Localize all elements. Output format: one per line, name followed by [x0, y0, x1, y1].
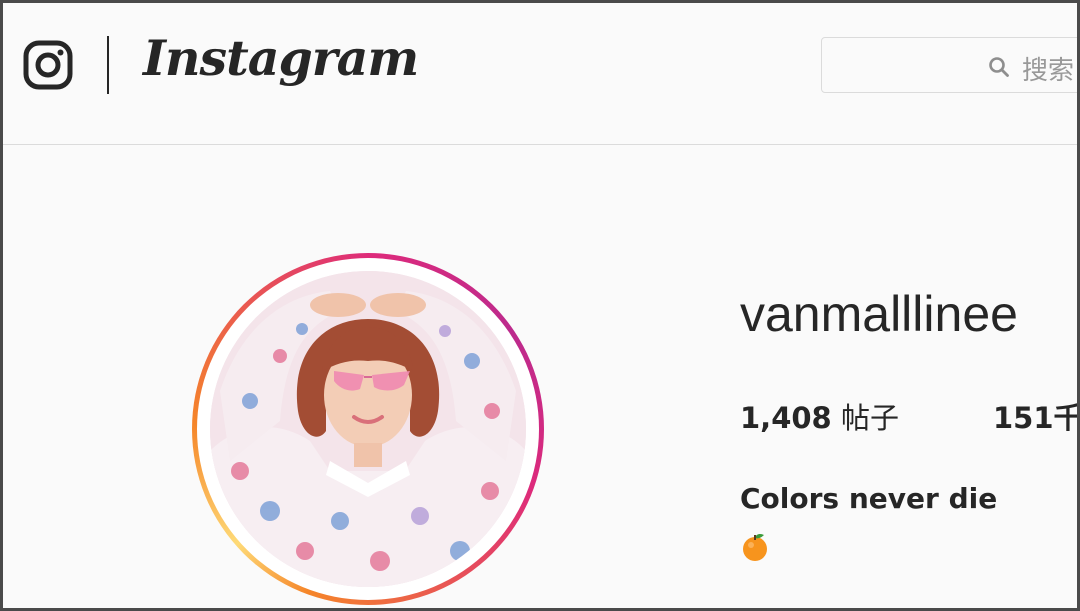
avatar-gap	[197, 258, 539, 600]
instagram-camera-icon[interactable]	[23, 40, 73, 90]
logo-divider	[107, 36, 109, 94]
followers-count[interactable]: 151千	[993, 395, 1080, 437]
browser-viewport: Instagram 搜索 vanmalllinee 1,408 帖子 151千 …	[0, 0, 1080, 611]
posts-count: 1,408 帖子	[740, 395, 899, 437]
top-nav: Instagram 搜索	[3, 3, 1077, 145]
profile-photo-art	[210, 271, 526, 587]
orange-emoji	[743, 534, 767, 561]
search-input[interactable]: 搜索	[821, 37, 1077, 93]
search-placeholder: 搜索	[1022, 56, 1075, 86]
posts-count-label: 帖子	[840, 401, 899, 435]
search-icon	[989, 57, 1009, 77]
followers-count-value: 151千	[993, 401, 1080, 435]
posts-count-value: 1,408	[740, 401, 832, 435]
profile-photo[interactable]	[210, 271, 526, 587]
bio-name: Colors never die	[740, 482, 998, 515]
profile-username: vanmalllinee	[740, 286, 1018, 342]
story-ring[interactable]	[192, 253, 544, 605]
instagram-wordmark[interactable]: Instagram	[143, 29, 419, 87]
